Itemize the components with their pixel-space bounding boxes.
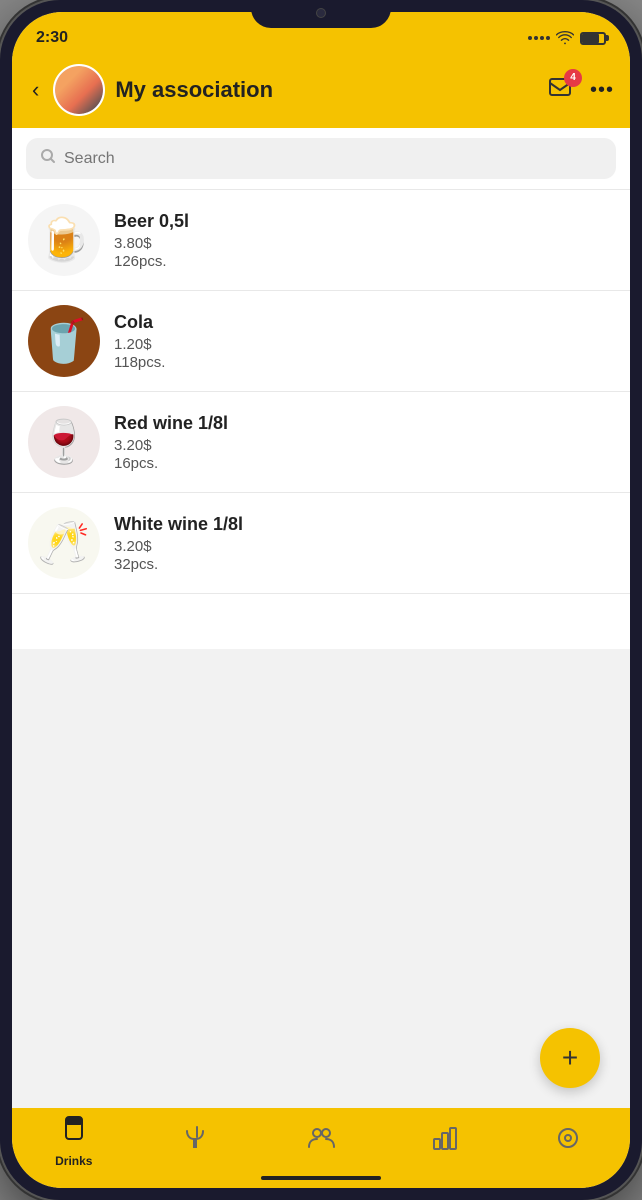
item-quantity: 126pcs. <box>114 253 614 270</box>
wifi-icon <box>556 31 574 45</box>
item-quantity: 16pcs. <box>114 455 614 472</box>
item-price: 1.20$ <box>114 336 614 353</box>
settings-nav-icon <box>555 1125 581 1158</box>
search-icon <box>40 148 56 169</box>
item-info: White wine 1/8l 3.20$ 32pcs. <box>114 514 614 573</box>
search-container <box>12 128 630 190</box>
more-button[interactable]: ••• <box>590 79 614 102</box>
home-indicator <box>261 1176 381 1180</box>
notch <box>251 0 391 28</box>
search-input[interactable] <box>64 150 602 168</box>
item-info: Red wine 1/8l 3.20$ 16pcs. <box>114 413 614 472</box>
item-name: Cola <box>114 312 614 333</box>
phone-screen: 2:30 <box>12 12 630 1188</box>
nav-item-settings[interactable] <box>506 1125 630 1158</box>
item-quantity: 118pcs. <box>114 354 614 371</box>
camera <box>316 8 326 18</box>
nav-item-food[interactable] <box>136 1125 260 1158</box>
item-info: Beer 0,5l 3.80$ 126pcs. <box>114 211 614 270</box>
status-icons <box>528 31 606 45</box>
battery-icon <box>580 32 606 45</box>
members-nav-icon <box>307 1125 335 1158</box>
item-image: 🥂 <box>28 507 100 579</box>
item-name: White wine 1/8l <box>114 514 614 535</box>
item-image: 🍷 <box>28 406 100 478</box>
avatar <box>53 64 105 116</box>
items-list: 🍺 Beer 0,5l 3.80$ 126pcs. 🥤 Cola 1.20$ 1… <box>12 190 630 649</box>
item-image: 🥤 <box>28 305 100 377</box>
header-actions: 4 ••• <box>548 75 614 106</box>
nav-item-drinks[interactable]: Drinks <box>12 1115 136 1168</box>
item-info: Cola 1.20$ 118pcs. <box>114 312 614 371</box>
fab-container: + <box>540 1028 600 1088</box>
list-item[interactable]: 🍺 Beer 0,5l 3.80$ 126pcs. <box>12 190 630 291</box>
stats-nav-icon <box>432 1125 458 1158</box>
nav-item-members[interactable] <box>259 1125 383 1158</box>
item-price: 3.20$ <box>114 437 614 454</box>
list-item[interactable]: 🥂 White wine 1/8l 3.20$ 32pcs. <box>12 493 630 594</box>
list-item[interactable]: 🥤 Cola 1.20$ 118pcs. <box>12 291 630 392</box>
nav-label-drinks: Drinks <box>55 1154 92 1168</box>
item-price: 3.80$ <box>114 235 614 252</box>
status-time: 2:30 <box>36 29 68 47</box>
add-item-button[interactable]: + <box>540 1028 600 1088</box>
notification-badge: 4 <box>564 69 582 87</box>
item-name: Beer 0,5l <box>114 211 614 232</box>
item-image: 🍺 <box>28 204 100 276</box>
phone-frame: 2:30 <box>0 0 642 1200</box>
drinks-nav-icon <box>61 1115 87 1150</box>
item-name: Red wine 1/8l <box>114 413 614 434</box>
nav-item-stats[interactable] <box>383 1125 507 1158</box>
back-button[interactable]: ‹ <box>28 73 43 107</box>
signal-icon <box>528 36 550 40</box>
search-wrapper[interactable] <box>26 138 616 179</box>
avatar-image <box>55 66 103 114</box>
item-quantity: 32pcs. <box>114 556 614 573</box>
notifications-button[interactable]: 4 <box>548 75 576 106</box>
page-title: My association <box>115 77 538 103</box>
list-item[interactable]: 🍷 Red wine 1/8l 3.20$ 16pcs. <box>12 392 630 493</box>
food-nav-icon <box>184 1125 210 1158</box>
empty-area <box>12 649 630 1108</box>
app-header: ‹ My association 4 ••• <box>12 56 630 128</box>
item-price: 3.20$ <box>114 538 614 555</box>
